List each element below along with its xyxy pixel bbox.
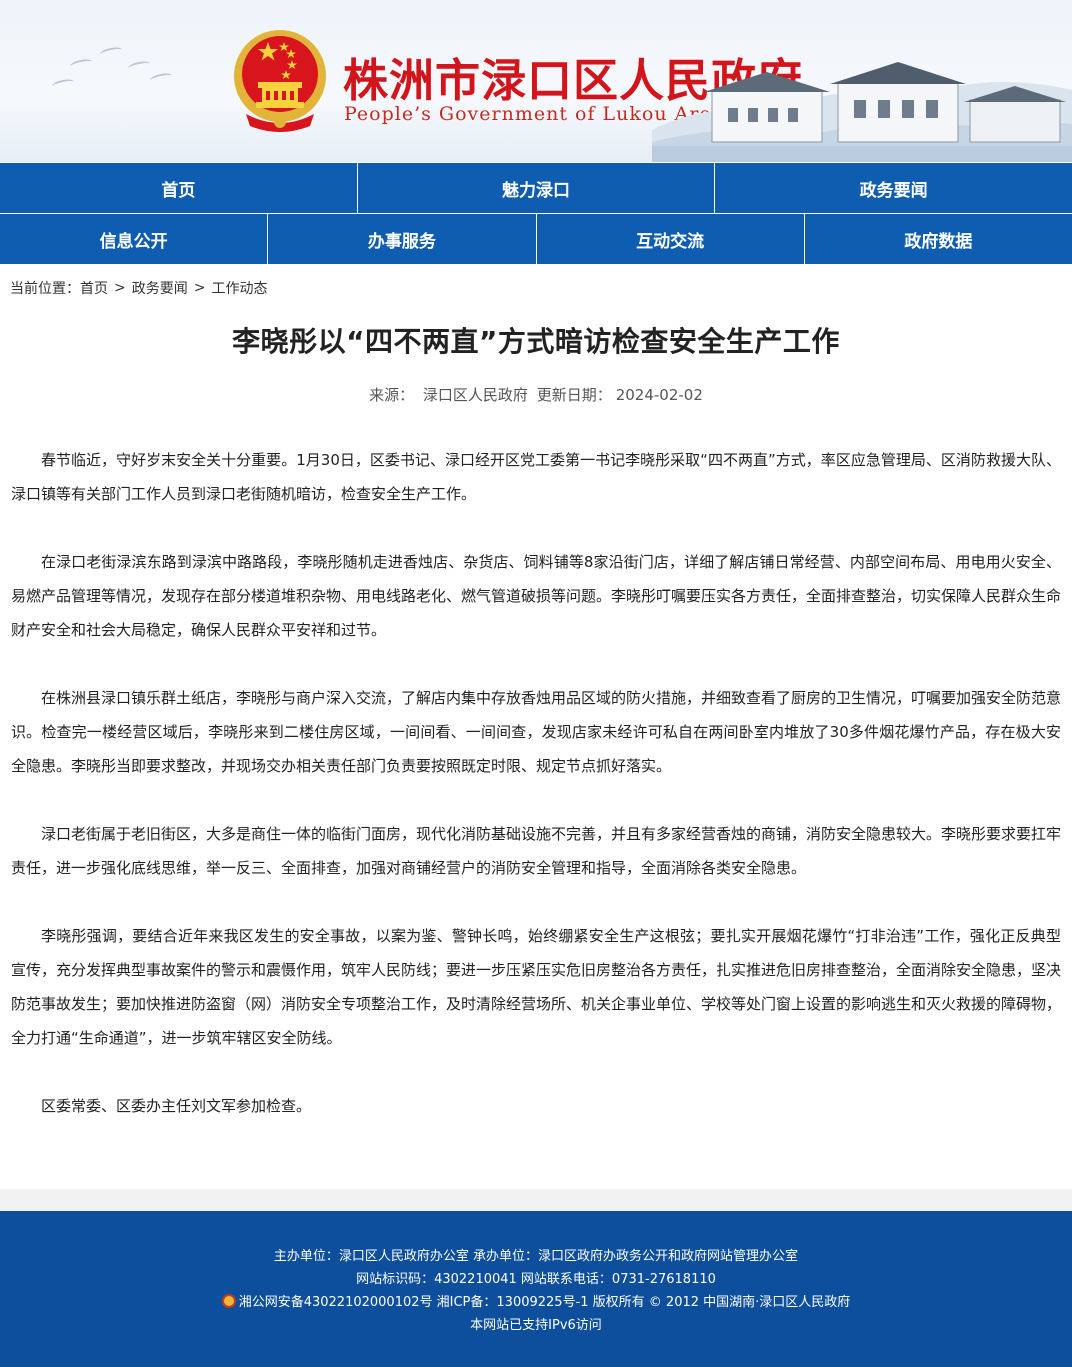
breadcrumb: 当前位置： 首页 > 政务要闻 > 工作动态 xyxy=(0,270,1072,306)
source-value: 渌口区人民政府 xyxy=(422,386,528,404)
article-paragraph: 在株洲县渌口镇乐群土纸店，李晓彤与商户深入交流，了解店内集中存放香烛用品区域的防… xyxy=(11,689,1062,775)
article-title: 李晓彤以“四不两直”方式暗访检查安全生产工作 xyxy=(232,325,840,358)
breadcrumb-home[interactable]: 首页 xyxy=(80,278,108,298)
bird-decoration-icon xyxy=(69,57,93,71)
breadcrumb-government-news[interactable]: 政务要闻 xyxy=(132,278,188,298)
article-body: 春节临近，守好岁末安全关十分重要。1月30日，区委书记、渌口经开区党工委第一书记… xyxy=(0,443,1072,1123)
footer-sponsor: 主办单位：渌口区人民政府办公室 承办单位：渌口区政府办政务公开和政府网站管理办公… xyxy=(273,1249,799,1264)
site-footer: 主办单位：渌口区人民政府办公室 承办单位：渌口区政府办政务公开和政府网站管理办公… xyxy=(0,1211,1072,1367)
footer-spacer xyxy=(0,1189,1072,1211)
police-badge-icon[interactable] xyxy=(221,1294,236,1308)
nav-interaction[interactable]: 互动交流 xyxy=(537,214,805,264)
bird-decoration-icon xyxy=(127,59,151,73)
footer-ipv6: 本网站已支持IPv6访问 xyxy=(470,1318,602,1333)
article-paragraph: 在渌口老街渌滨东路到渌滨中路路段，李晓彤随机走进香烛店、杂货店、饲料铺等8家沿街… xyxy=(11,553,1062,639)
nav-government-data[interactable]: 政府数据 xyxy=(805,214,1072,264)
footer-record: 湘公网安备43022102000102号 湘ICP备：13009225号-1 版… xyxy=(0,1291,1072,1314)
scenery-illustration xyxy=(652,62,1072,162)
nav-government-news[interactable]: 政务要闻 xyxy=(715,163,1072,213)
breadcrumb-work-updates[interactable]: 工作动态 xyxy=(211,278,267,298)
article-paragraph: 春节临近，守好岁末安全关十分重要。1月30日，区委书记、渌口经开区党工委第一书记… xyxy=(11,451,1061,503)
article-paragraph: 渌口老街属于老旧街区，大多是商住一体的临街门面房，现代化消防基础设施不完善，并且… xyxy=(11,825,1062,877)
article-meta: 来源： 渌口区人民政府 更新日期： 2024-02-02 xyxy=(0,384,1072,405)
date-label: 更新日期： xyxy=(536,386,612,404)
footer-site-id: 网站标识码：4302210041 网站联系电话：0731-27618110 xyxy=(356,1272,716,1287)
nav-services[interactable]: 办事服务 xyxy=(268,214,537,264)
bird-decoration-icon xyxy=(149,71,173,85)
breadcrumb-prefix: 当前位置： xyxy=(10,281,80,297)
nav-info-disclosure[interactable]: 信息公开 xyxy=(0,214,269,264)
source-label: 来源： xyxy=(369,386,415,404)
main-nav-row-1: 首页 魅力渌口 政务要闻 xyxy=(0,162,1072,213)
article-paragraph: 区委常委、区委办主任刘文军参加检查。 xyxy=(41,1097,312,1115)
date-value: 2024-02-02 xyxy=(615,386,703,404)
bird-decoration-icon xyxy=(51,77,75,91)
national-emblem-icon xyxy=(234,30,326,132)
breadcrumb-separator: > xyxy=(193,280,206,296)
nav-charm-lukou[interactable]: 魅力渌口 xyxy=(358,163,716,213)
main-nav-row-2: 信息公开 办事服务 互动交流 政府数据 xyxy=(0,213,1072,264)
footer-record-text[interactable]: 湘公网安备43022102000102号 湘ICP备：13009225号-1 版… xyxy=(239,1295,851,1310)
page: 株洲市渌口区人民政府 People’s Government of Lukou … xyxy=(0,0,1072,1367)
article-paragraph: 李晓彤强调，要结合近年来我区发生的安全事故，以案为鉴、警钟长鸣，始终绷紧安全生产… xyxy=(11,927,1062,1047)
nav-home[interactable]: 首页 xyxy=(0,163,358,213)
breadcrumb-separator: > xyxy=(114,280,126,296)
bird-decoration-icon xyxy=(99,45,123,59)
site-header: 株洲市渌口区人民政府 People’s Government of Lukou … xyxy=(0,0,1072,162)
